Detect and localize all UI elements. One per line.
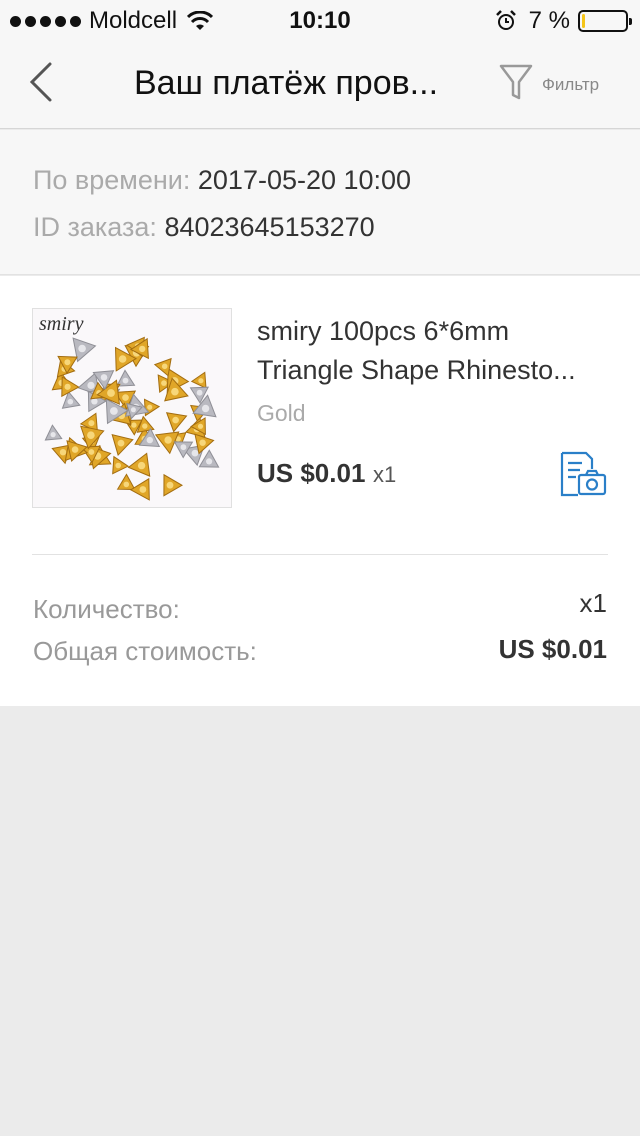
product-quantity: x1 [373,462,397,487]
order-id-value: 84023645153270 [164,212,375,242]
rhinestone-highlight [130,407,136,413]
rhinestone-highlight [139,486,147,493]
product-variant: Gold [257,400,306,426]
rhinestone-highlight [88,420,95,427]
product-image[interactable]: smiry [32,308,232,508]
rhinestone-highlight [50,432,56,438]
filter-funnel-icon [499,64,533,100]
rhinestone-highlight [67,398,74,405]
rhinestone-highlight [107,389,115,397]
back-arrow-icon[interactable] [22,60,62,104]
rhinestone-highlight [198,378,204,384]
summary-quantity-value: x1 [579,588,607,618]
rhinestone-highlight [71,446,79,453]
rhinestone-highlight [142,423,148,429]
rhinestone-highlight [131,422,137,428]
rhinestone-highlight [166,481,174,489]
summary-total-value: US $0.01 [498,634,607,664]
product-image-brand: smiry [39,313,84,335]
rhinestone-highlight [199,439,206,446]
rhinestone-highlight [122,394,129,401]
rhinestone-highlight [164,436,172,444]
battery-percent: 7 % [528,7,570,34]
rhinestone-highlight [115,462,121,469]
rhinestone-highlight [172,416,179,424]
rhinestone-highlight [180,444,187,451]
battery-icon [578,10,632,32]
rhinestone-highlight [88,449,95,455]
navigation-bar: Ваш платёж пров... Фильтр [0,40,640,129]
filter-button[interactable]: Фильтр [498,62,599,102]
photo-review-icon[interactable] [558,451,608,497]
order-time-row: По времени: 2017-05-20 10:00 [33,165,411,196]
order-time-value: 2017-05-20 10:00 [197,165,412,195]
rhinestone-highlight [64,359,71,366]
rhinestone-highlight [78,344,86,353]
rhinestone-highlight [87,431,95,439]
rhinestone-highlight [161,363,168,370]
rhinestone-highlight [100,374,108,381]
rhinestone-highlight [206,458,213,465]
rhinestone-highlight [123,481,130,488]
rhinestone-highlight [118,355,127,363]
rhinestone-highlight [137,461,146,470]
order-time-label: По времени: [33,165,191,195]
product-title-line: Triangle Shape Rhinesto... [257,355,576,385]
rhinestone-highlight [161,380,167,386]
product-price: US $0.01 [257,458,366,488]
page-title: Ваш платёж пров... [134,64,439,102]
rhinestone-highlight [171,387,179,396]
rhinestone-highlight [59,449,67,456]
status-right: 7 % [495,7,632,35]
order-id-label: ID заказа: [33,212,157,242]
rhinestones-picture [44,336,220,501]
rhinestone-highlight [64,383,71,390]
rhinestone-highlight [87,381,95,389]
rhinestone-highlight [139,345,146,353]
rhinestone-highlight [191,449,199,457]
status-bar: Moldcell 10:10 7 % [0,0,640,40]
product-title-line: smiry 100pcs 6*6mm [257,316,510,346]
summary-total-label: Общая стоимость: [33,636,257,666]
order-id-row: ID заказа: 84023645153270 [33,212,375,243]
product-section: smiry smiry 100pcs 6*6mm Triangle Shape … [0,276,640,706]
rhinestone-highlight [197,423,204,429]
rhinestone-highlight [196,389,203,396]
rhinestone-highlight [110,407,118,415]
order-info-section: По времени: 2017-05-20 10:00 ID заказа: … [0,130,640,275]
filter-label: Фильтр [542,75,600,94]
divider [32,554,608,555]
product-title[interactable]: smiry 100pcs 6*6mm Triangle Shape Rhines… [257,312,607,390]
summary-quantity-label: Количество: [33,594,180,624]
rhinestone-highlight [147,404,153,410]
rhinestone-highlight [122,377,129,384]
rhinestone-highlight [201,404,210,413]
alarm-icon [495,10,516,30]
rhinestone-highlight [117,439,125,447]
battery-level-fill [582,14,585,28]
rhinestone-highlight [146,436,153,444]
